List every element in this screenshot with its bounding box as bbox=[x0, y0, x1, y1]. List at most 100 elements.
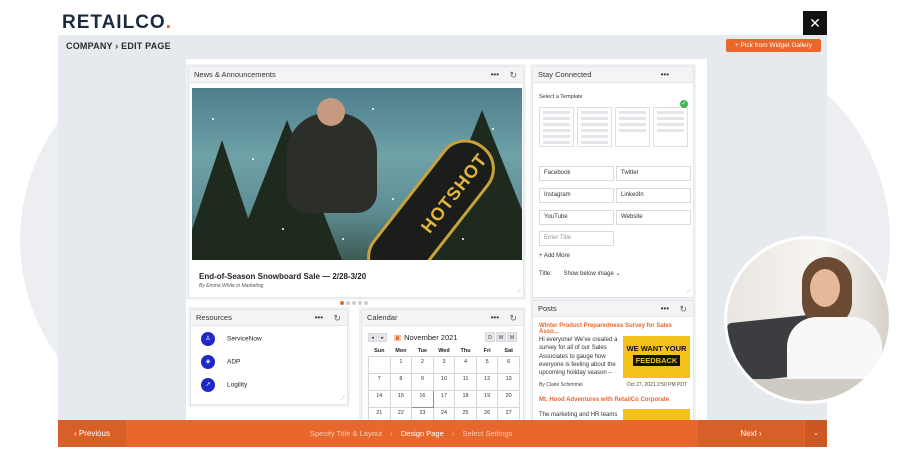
month-view-button[interactable]: M bbox=[507, 332, 517, 342]
calendar-day-cell[interactable]: 19 bbox=[475, 389, 499, 408]
week-view-button[interactable]: W bbox=[496, 332, 506, 342]
add-more-link[interactable]: + Add More bbox=[539, 253, 570, 259]
snow-dot bbox=[282, 228, 284, 230]
news-widget-header: News & Announcements ••• ↻ bbox=[189, 67, 523, 83]
calendar-day-cell[interactable]: 8 bbox=[389, 372, 413, 391]
more-icon[interactable]: ••• bbox=[661, 67, 669, 83]
post-title[interactable]: Mt. Hood Adventures with RetailCo Corpor… bbox=[539, 397, 669, 403]
weekday-label: Sun bbox=[374, 348, 385, 355]
select-template-label: Select a Template bbox=[539, 94, 583, 100]
resize-handle-icon[interactable]: ⟋ bbox=[687, 289, 691, 296]
resource-adp[interactable]: ◈ ADP bbox=[201, 355, 240, 369]
resize-handle-icon[interactable]: ⟋ bbox=[517, 289, 521, 296]
day-view-button[interactable]: D bbox=[485, 332, 495, 342]
resource-logility[interactable]: ↗ Logility bbox=[201, 378, 247, 392]
refresh-icon[interactable]: ↻ bbox=[509, 67, 517, 83]
carousel-dot[interactable] bbox=[340, 301, 344, 305]
calendar-day-cell[interactable]: 6 bbox=[497, 355, 520, 374]
snow-dot bbox=[212, 118, 214, 120]
resize-handle-icon[interactable]: ⟋ bbox=[341, 396, 345, 403]
calendar-day-cell[interactable]: 5 bbox=[475, 355, 499, 374]
calendar-month-label: November 2021 bbox=[404, 333, 458, 342]
calendar-day-cell[interactable]: 4 bbox=[454, 355, 477, 374]
template-option[interactable] bbox=[539, 107, 574, 147]
weekday-label: Thu bbox=[460, 348, 471, 355]
carousel-dot[interactable] bbox=[358, 301, 362, 305]
step-design-page[interactable]: Design Page bbox=[401, 429, 444, 438]
step-specify-title[interactable]: Specify Title & Layout bbox=[310, 429, 382, 438]
calendar-week-row: 7 8 9 10 11 12 13 bbox=[368, 372, 520, 391]
resources-widget: Resources ••• ↻ ♙ ServiceNow ◈ ADP ↗ Logili… bbox=[190, 309, 348, 405]
more-icon[interactable]: ••• bbox=[315, 310, 323, 326]
chevron-down-icon[interactable]: ⌄ bbox=[805, 420, 827, 447]
carousel-dot[interactable] bbox=[352, 301, 356, 305]
title-position-select[interactable]: Show below image ⌄ bbox=[563, 271, 620, 277]
wizard-footer: ‹ Previous Specify Title & Layout › Desi… bbox=[58, 420, 827, 447]
calendar-day-cell[interactable]: 14 bbox=[368, 389, 391, 408]
carousel-dots[interactable] bbox=[340, 292, 370, 310]
feedback-image[interactable]: WE WANT YOUR FEEDBACK bbox=[623, 336, 690, 378]
instagram-field[interactable]: Instagram bbox=[539, 188, 614, 203]
twitter-field[interactable]: Twitter bbox=[616, 166, 691, 181]
calendar-day-cell[interactable]: 10 bbox=[432, 372, 456, 391]
post-excerpt: Hi everyone! We've created a survey for … bbox=[539, 337, 618, 377]
linkedin-field[interactable]: LinkedIn bbox=[616, 188, 691, 203]
more-icon[interactable]: ••• bbox=[661, 301, 669, 317]
calendar-day-cell[interactable]: 11 bbox=[454, 372, 477, 391]
calendar-day-cell[interactable]: 7 bbox=[368, 372, 391, 391]
more-icon[interactable]: ••• bbox=[491, 67, 499, 83]
resource-servicenow[interactable]: ♙ ServiceNow bbox=[201, 332, 262, 346]
post-title[interactable]: Winter Product Preparedness Survey for S… bbox=[539, 323, 693, 335]
stay-connected-widget: Stay Connected ••• Select a Template ✓ F… bbox=[532, 66, 694, 298]
calendar-day-cell[interactable]: 12 bbox=[475, 372, 499, 391]
website-field[interactable]: Website bbox=[616, 210, 691, 225]
facebook-field[interactable]: Facebook bbox=[539, 166, 614, 181]
calendar-day-cell[interactable]: 9 bbox=[411, 372, 434, 391]
wizard-steps: Specify Title & Layout › Design Page › S… bbox=[310, 420, 512, 447]
brand-logo: RETAILCO. bbox=[62, 12, 172, 33]
news-byline: By Emma White in Marketing bbox=[199, 283, 264, 289]
close-button[interactable]: ✕ bbox=[803, 11, 827, 35]
template-option-selected[interactable] bbox=[653, 107, 688, 147]
step-select-settings[interactable]: Select Settings bbox=[462, 429, 512, 438]
previous-button[interactable]: ‹ Previous bbox=[58, 420, 126, 447]
user-icon: ♙ bbox=[201, 332, 215, 346]
refresh-icon[interactable]: ↻ bbox=[333, 310, 341, 326]
check-icon: ✓ bbox=[680, 100, 688, 108]
page-canvas: News & Announcements ••• ↻ HOTSHOT End-o… bbox=[186, 59, 707, 430]
person-photo bbox=[724, 236, 892, 404]
carousel-dot[interactable] bbox=[364, 301, 368, 305]
weekday-label: Tue bbox=[417, 348, 428, 355]
template-option[interactable] bbox=[577, 107, 612, 147]
calendar-day-cell[interactable]: 20 bbox=[497, 389, 520, 408]
resource-label: ADP bbox=[227, 358, 241, 366]
calendar-day-cell[interactable]: 3 bbox=[432, 355, 456, 374]
calendar-day-cell[interactable]: 16 bbox=[411, 389, 434, 408]
more-icon[interactable]: ••• bbox=[491, 310, 499, 326]
template-option[interactable] bbox=[615, 107, 650, 147]
calendar-day-cell[interactable]: 13 bbox=[497, 372, 520, 391]
enter-title-input[interactable]: Enter Title bbox=[539, 231, 614, 246]
next-month-button[interactable]: ▸ bbox=[378, 333, 387, 342]
carousel-dot[interactable] bbox=[346, 301, 350, 305]
refresh-icon[interactable]: ↻ bbox=[679, 301, 687, 317]
calendar-day-cell[interactable]: 17 bbox=[432, 389, 456, 408]
news-hero-image[interactable]: HOTSHOT bbox=[192, 88, 522, 260]
next-button[interactable]: Next › bbox=[698, 420, 804, 447]
calendar-day-cell[interactable]: 1 bbox=[389, 355, 413, 374]
news-headline[interactable]: End-of-Season Snowboard Sale — 2/28-3/20 bbox=[199, 272, 366, 281]
calendar-day-cell[interactable]: 2 bbox=[411, 355, 434, 374]
weekday-label: Mon bbox=[395, 348, 407, 355]
chart-icon: ↗ bbox=[201, 378, 215, 392]
calendar-grid: Sun Mon Tue Wed Thu Fri Sat 1 2 3 4 5 6 7 8 9 10 11 12 13 1… bbox=[368, 347, 520, 425]
pick-widget-button[interactable]: + Pick from Widget Gallery bbox=[726, 39, 821, 52]
calendar-day-cell[interactable]: 15 bbox=[389, 389, 413, 408]
feedback-image-line2: FEEDBACK bbox=[632, 355, 681, 366]
snowboarder-head bbox=[317, 98, 345, 126]
calendar-day-cell[interactable]: 18 bbox=[454, 389, 477, 408]
calendar-header: Calendar ••• ↻ bbox=[362, 310, 523, 326]
youtube-field[interactable]: YouTube bbox=[539, 210, 614, 225]
prev-month-button[interactable]: ◂ bbox=[368, 333, 377, 342]
refresh-icon[interactable]: ↻ bbox=[509, 310, 517, 326]
calendar-day-cell[interactable] bbox=[368, 355, 391, 374]
